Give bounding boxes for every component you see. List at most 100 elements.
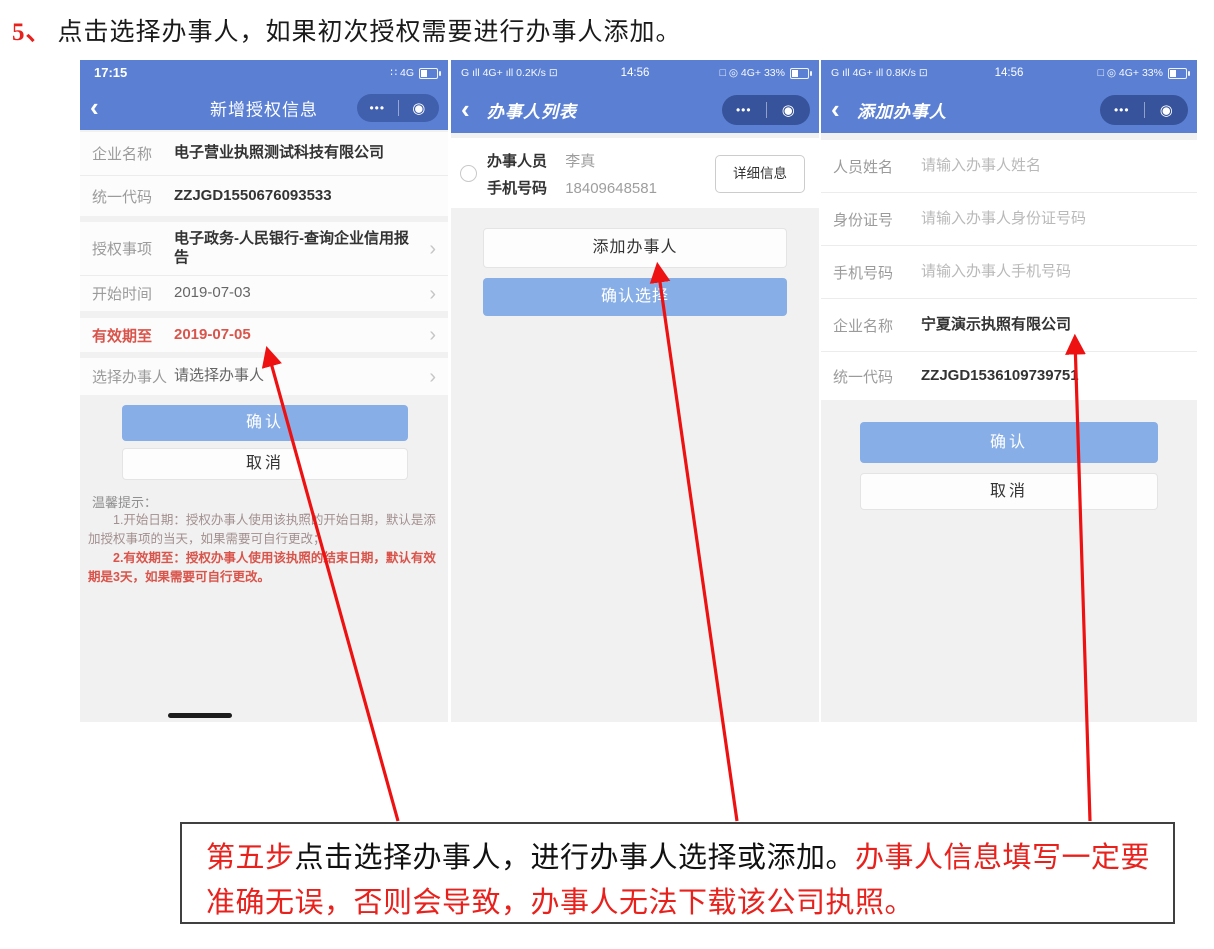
screen2-body: 办事人员 李真 手机号码 18409648581 详细信息 添加办事人 确认选择 [451,133,819,722]
screen2-header: G ıll 4G+ ıll 0.2K/s ⊡ 14:56 □ ◎ 4G+ 33%… [451,60,819,133]
chevron-right-icon: › [429,367,436,387]
field-label: 开始时间 [92,283,174,304]
mini-program-capsule[interactable]: ••• ◉ [1100,95,1188,125]
step-number: 5、 [12,19,52,46]
row-unified-code: 统一代码 ZZJGD1536109739751 [821,351,1197,400]
network-percent-icons: □ ◎ 4G+ 33% [720,60,785,86]
signal-network-icons: ∷ 4G [390,60,414,86]
screen2-statusbar: G ıll 4G+ ıll 0.2K/s ⊡ 14:56 □ ◎ 4G+ 33% [451,60,819,86]
battery-icon [1168,68,1187,79]
mini-program-capsule[interactable]: ••• ◉ [357,94,439,122]
field-value: 2019-07-05 [174,326,423,345]
screen2-navbar: ‹ 办事人列表 ••• ◉ [451,86,819,133]
row-company-name: 企业名称 电子营业执照测试科技有限公司 [80,132,448,175]
screen3-page-title: 添加办事人 [857,97,947,122]
agent-name-label: 办事人员 [487,153,547,170]
exit-icon[interactable]: ◉ [767,101,811,119]
row-phone-number[interactable]: 手机号码 请输入办事人手机号码 [821,245,1197,298]
chevron-right-icon: › [429,284,436,304]
chevron-right-icon: › [429,239,436,259]
status-time: 17:15 [94,60,127,86]
chevron-right-icon: › [429,325,436,345]
row-auth-item[interactable]: 授权事项 电子政务-人民银行-查询企业信用报告 › [80,222,448,275]
exit-icon[interactable]: ◉ [399,99,440,117]
field-value: 电子营业执照测试科技有限公司 [174,144,436,163]
tips-title: 温馨提示： [92,492,157,511]
network-percent-icons: □ ◎ 4G+ 33% [1098,60,1163,86]
screen3-body: 人员姓名 请输入办事人姓名 身份证号 请输入办事人身份证号码 手机号码 请输入办… [821,133,1197,722]
screen3-navbar: ‹ 添加办事人 ••• ◉ [821,86,1197,133]
select-agent-group: 选择办事人 请选择办事人 › [80,358,448,395]
instruction-note-box: 第五步点击选择办事人，进行办事人选择或添加。办事人信息填写一定要准确无误，否则会… [180,822,1175,924]
agent-phone-value: 18409648581 [565,180,657,197]
field-label: 有效期至 [92,325,174,346]
more-icon[interactable]: ••• [1100,103,1144,117]
screenshot-new-authorization: 17:15 ∷ 4G ‹ 新增授权信息 ••• ◉ 企业名称 电子营业执照测试科… [80,60,448,722]
tips-text: 1.开始日期：授权办事人使用该执照的开始日期，默认是添加授权事项的当天，如果需要… [88,511,440,587]
field-value: ZZJGD1550676093533 [174,187,436,206]
expiry-group: 有效期至 2019-07-05 › [80,318,448,352]
detail-info-button[interactable]: 详细信息 [715,155,805,193]
mini-program-capsule[interactable]: ••• ◉ [722,95,810,125]
field-value: ZZJGD1536109739751 [921,367,1185,386]
battery-icon [419,68,438,79]
agent-name-value: 李真 [565,153,595,170]
note-main-text: 点击选择办事人，进行办事人选择或添加。 [295,842,856,874]
field-label: 人员姓名 [833,156,921,177]
phone-input-placeholder[interactable]: 请输入办事人手机号码 [921,263,1185,282]
field-label: 企业名称 [833,315,921,336]
field-value: 2019-07-03 [174,284,423,303]
screen1-statusbar: 17:15 ∷ 4G [80,60,448,86]
row-person-name[interactable]: 人员姓名 请输入办事人姓名 [821,140,1197,192]
back-icon[interactable]: ‹ [831,95,840,121]
field-label: 企业名称 [92,143,174,164]
more-icon[interactable]: ••• [357,101,398,115]
cancel-button[interactable]: 取消 [122,448,408,480]
screen1-header: 17:15 ∷ 4G ‹ 新增授权信息 ••• ◉ [80,60,448,130]
company-info-group: 企业名称 电子营业执照测试科技有限公司 统一代码 ZZJGD1550676093… [80,132,448,216]
radio-button[interactable] [460,165,477,182]
add-agent-button[interactable]: 添加办事人 [483,228,787,268]
agent-phone-line: 手机号码 18409648581 [487,177,657,198]
exit-icon[interactable]: ◉ [1145,101,1189,119]
more-icon[interactable]: ••• [722,103,766,117]
row-select-agent[interactable]: 选择办事人 请选择办事人 › [80,358,448,395]
agent-phone-label: 手机号码 [487,180,547,197]
row-unified-code: 统一代码 ZZJGD1550676093533 [80,175,448,216]
screenshot-add-agent: G ıll 4G+ ıll 0.8K/s ⊡ 14:56 □ ◎ 4G+ 33%… [821,60,1197,722]
id-input-placeholder[interactable]: 请输入办事人身份证号码 [921,210,1185,229]
confirm-button[interactable]: 确认 [860,422,1158,463]
screen2-page-title: 办事人列表 [487,97,577,122]
battery-icon [790,68,809,79]
tip-start-date: 1.开始日期：授权办事人使用该执照的开始日期，默认是添加授权事项的当天，如果需要… [88,511,440,549]
screen3-statusbar: G ıll 4G+ ıll 0.8K/s ⊡ 14:56 □ ◎ 4G+ 33% [821,60,1197,86]
tutorial-page: 5、点击选择办事人，如果初次授权需要进行办事人添加。 17:15 ∷ 4G ‹ … [0,0,1214,949]
field-value: 请选择办事人 [174,367,423,386]
step-title: 5、点击选择办事人，如果初次授权需要进行办事人添加。 [12,12,682,48]
agent-name-line: 办事人员 李真 [487,150,595,171]
field-value: 宁夏演示执照有限公司 [921,316,1185,335]
screen1-navbar: ‹ 新增授权信息 ••• ◉ [80,86,448,130]
field-label: 授权事项 [92,238,174,259]
screenshot-agent-list: G ıll 4G+ ıll 0.2K/s ⊡ 14:56 □ ◎ 4G+ 33%… [451,60,819,722]
cancel-button[interactable]: 取消 [860,473,1158,510]
row-company-name: 企业名称 宁夏演示执照有限公司 [821,298,1197,351]
name-input-placeholder[interactable]: 请输入办事人姓名 [921,157,1185,176]
screen1-body: 企业名称 电子营业执照测试科技有限公司 统一代码 ZZJGD1550676093… [80,130,448,722]
step-title-text: 点击选择办事人，如果初次授权需要进行办事人添加。 [58,19,682,46]
note-step-label: 第五步 [206,842,295,874]
agent-list-item[interactable]: 办事人员 李真 手机号码 18409648581 详细信息 [451,138,819,208]
row-id-number[interactable]: 身份证号 请输入办事人身份证号码 [821,192,1197,245]
confirm-select-button[interactable]: 确认选择 [483,278,787,316]
confirm-button[interactable]: 确认 [122,405,408,441]
row-start-date[interactable]: 开始时间 2019-07-03 › [80,275,448,311]
field-label: 统一代码 [833,366,921,387]
home-indicator [168,713,232,718]
field-value: 电子政务-人民银行-查询企业信用报告 [174,230,423,268]
row-valid-until[interactable]: 有效期至 2019-07-05 › [80,318,448,352]
back-icon[interactable]: ‹ [461,95,470,121]
screen3-header: G ıll 4G+ ıll 0.8K/s ⊡ 14:56 □ ◎ 4G+ 33%… [821,60,1197,133]
field-label: 选择办事人 [92,366,174,387]
auth-detail-group: 授权事项 电子政务-人民银行-查询企业信用报告 › 开始时间 2019-07-0… [80,222,448,311]
field-label: 身份证号 [833,209,921,230]
